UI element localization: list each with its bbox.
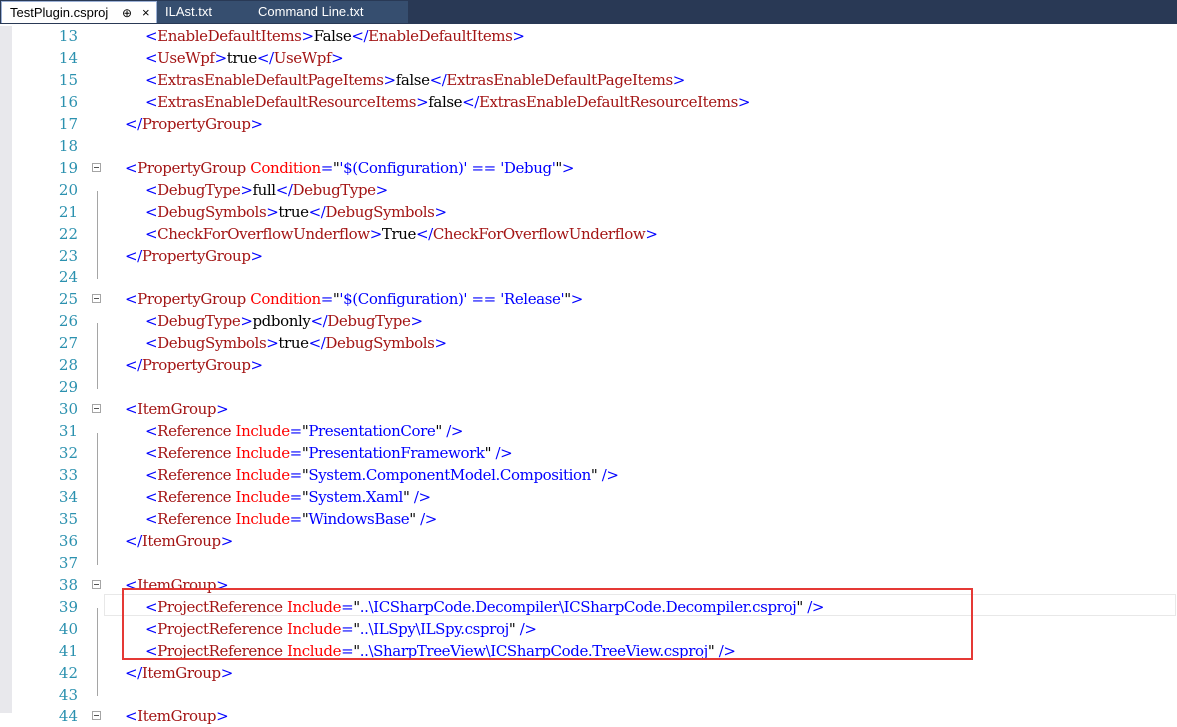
code-line[interactable]: 37 xyxy=(34,552,1177,574)
code-line[interactable]: 25 <PropertyGroup Condition="'$(Configura… xyxy=(34,288,1177,310)
code-text: <DebugSymbols>true</DebugSymbols> xyxy=(145,334,447,353)
code-text: <Reference Include="System.ComponentMode… xyxy=(145,466,619,484)
code-text: <ExtrasEnableDefaultResourceItems>false<… xyxy=(145,92,751,111)
code-line[interactable]: 15 <ExtrasEnableDefaultPageItems>false</E… xyxy=(34,69,1177,91)
line-number: 36 xyxy=(58,531,78,550)
line-number: 32 xyxy=(58,444,78,463)
line-number: 39 xyxy=(58,597,78,616)
code-line[interactable]: 26 <DebugType>pdbonly</DebugType> xyxy=(34,310,1177,332)
line-number: 13 xyxy=(58,27,78,45)
line-number: 24 xyxy=(58,268,78,287)
code-text: </PropertyGroup> xyxy=(125,114,263,133)
code-line[interactable]: 17 </PropertyGroup> xyxy=(34,113,1177,135)
code-text: <DebugType>pdbonly</DebugType> xyxy=(145,312,423,331)
code-line[interactable]: 43 xyxy=(34,684,1177,706)
line-number: 16 xyxy=(58,92,78,111)
code-line[interactable]: 36 </ItemGroup> xyxy=(34,530,1177,552)
code-text: <DebugType>full</DebugType> xyxy=(145,180,388,199)
code-text: </ItemGroup> xyxy=(125,663,233,682)
code-text: </ItemGroup> xyxy=(125,531,233,550)
code-line[interactable]: 24 xyxy=(34,266,1177,288)
line-number: 43 xyxy=(58,685,78,704)
tab-label: ILAst.txt xyxy=(165,4,212,19)
line-number: 37 xyxy=(58,553,78,572)
code-text: <DebugSymbols>true</DebugSymbols> xyxy=(145,202,447,221)
code-line[interactable]: 29 xyxy=(34,376,1177,398)
line-number: 44 xyxy=(58,707,78,726)
line-number: 18 xyxy=(58,136,78,155)
code-text: <Reference Include="WindowsBase" /> xyxy=(145,509,437,528)
code-line[interactable]: 30 <ItemGroup> xyxy=(34,398,1177,420)
code-line[interactable]: 22 <CheckForOverflowUnderflow>True</Check… xyxy=(34,223,1177,245)
pin-icon[interactable]: ⊕ xyxy=(122,2,132,24)
code-text: <Reference Include="PresentationCore" /> xyxy=(145,422,464,441)
code-line[interactable]: 16 <ExtrasEnableDefaultResourceItems>fals… xyxy=(34,91,1177,113)
line-number: 31 xyxy=(58,422,78,441)
line-number: 41 xyxy=(58,641,78,660)
tab-label: TestPlugin.csproj xyxy=(10,5,109,20)
line-number: 21 xyxy=(58,202,78,221)
code-text: </PropertyGroup> xyxy=(125,246,263,265)
close-icon[interactable]: × xyxy=(142,2,150,24)
code-line[interactable]: 32 <Reference Include="PresentationFramew… xyxy=(34,442,1177,464)
line-number: 28 xyxy=(58,356,78,375)
code-line[interactable]: 33 <Reference Include="System.ComponentMo… xyxy=(34,464,1177,486)
line-number: 25 xyxy=(58,290,78,309)
code-text: <Reference Include="System.Xaml" /> xyxy=(145,487,431,506)
line-number: 27 xyxy=(58,334,78,353)
code-text: <EnableDefaultItems>False</EnableDefault… xyxy=(145,27,525,45)
line-number: 20 xyxy=(58,180,78,199)
code-line[interactable]: 34 <Reference Include="System.Xaml" /> xyxy=(34,486,1177,508)
highlight-box xyxy=(122,588,973,660)
editor-left-margin xyxy=(0,26,12,713)
code-text: <UseWpf>true</UseWpf> xyxy=(145,48,344,67)
line-number: 35 xyxy=(58,509,78,528)
code-line[interactable]: 23 </PropertyGroup> xyxy=(34,245,1177,267)
code-line[interactable]: 28 </PropertyGroup> xyxy=(34,354,1177,376)
code-text: <PropertyGroup Condition="'$(Configurati… xyxy=(125,158,575,177)
tab-command-line-txt[interactable]: Command Line.txt xyxy=(250,1,408,23)
code-text: <PropertyGroup Condition="'$(Configurati… xyxy=(125,290,583,309)
collapse-icon[interactable] xyxy=(92,162,101,172)
code-text: <ItemGroup> xyxy=(125,707,229,726)
indicator-margin xyxy=(12,26,34,713)
code-line[interactable]: 31 <Reference Include="PresentationCore" … xyxy=(34,420,1177,442)
code-line[interactable]: 21 <DebugSymbols>true</DebugSymbols> xyxy=(34,201,1177,223)
document-tab-bar: TestPlugin.csproj ⊕ × ILAst.txt Command … xyxy=(0,0,1177,24)
line-number: 23 xyxy=(58,246,78,265)
collapse-icon[interactable] xyxy=(92,294,101,304)
code-text: </PropertyGroup> xyxy=(125,356,263,375)
line-number: 38 xyxy=(58,575,78,594)
line-number: 33 xyxy=(58,466,78,484)
line-number: 26 xyxy=(58,312,78,331)
code-line[interactable]: 42 </ItemGroup> xyxy=(34,662,1177,684)
line-number: 30 xyxy=(58,400,78,419)
code-line[interactable]: 44 <ItemGroup> xyxy=(34,705,1177,727)
line-number: 42 xyxy=(58,663,78,682)
code-text: <CheckForOverflowUnderflow>True</CheckFo… xyxy=(145,224,658,243)
code-text: <ExtrasEnableDefaultPageItems>false</Ext… xyxy=(145,70,685,89)
tab-label: Command Line.txt xyxy=(258,4,364,19)
collapse-icon[interactable] xyxy=(92,579,101,589)
tab-ilast-txt[interactable]: ILAst.txt xyxy=(157,1,250,23)
line-number: 29 xyxy=(58,378,78,397)
code-line[interactable]: 20 <DebugType>full</DebugType> xyxy=(34,179,1177,201)
tab-testplugin-csproj[interactable]: TestPlugin.csproj ⊕ × xyxy=(1,1,157,23)
collapse-icon[interactable] xyxy=(92,404,101,414)
code-line[interactable]: 18 xyxy=(34,135,1177,157)
code-text: <Reference Include="PresentationFramewor… xyxy=(145,444,513,463)
line-number: 15 xyxy=(58,70,78,89)
code-line[interactable]: 14 <UseWpf>true</UseWpf> xyxy=(34,47,1177,69)
line-number: 22 xyxy=(58,224,78,243)
line-number: 34 xyxy=(58,487,78,506)
code-line[interactable]: 35 <Reference Include="WindowsBase" /> xyxy=(34,508,1177,530)
code-line[interactable]: 19 <PropertyGroup Condition="'$(Configura… xyxy=(34,157,1177,179)
code-line[interactable]: 27 <DebugSymbols>true</DebugSymbols> xyxy=(34,332,1177,354)
line-number: 17 xyxy=(58,114,78,133)
code-line[interactable]: 13 <EnableDefaultItems>False</EnableDefau… xyxy=(34,25,1177,47)
line-number: 14 xyxy=(58,48,78,67)
line-number: 19 xyxy=(58,158,78,177)
code-text: <ItemGroup> xyxy=(125,400,229,419)
line-number: 40 xyxy=(58,619,78,638)
